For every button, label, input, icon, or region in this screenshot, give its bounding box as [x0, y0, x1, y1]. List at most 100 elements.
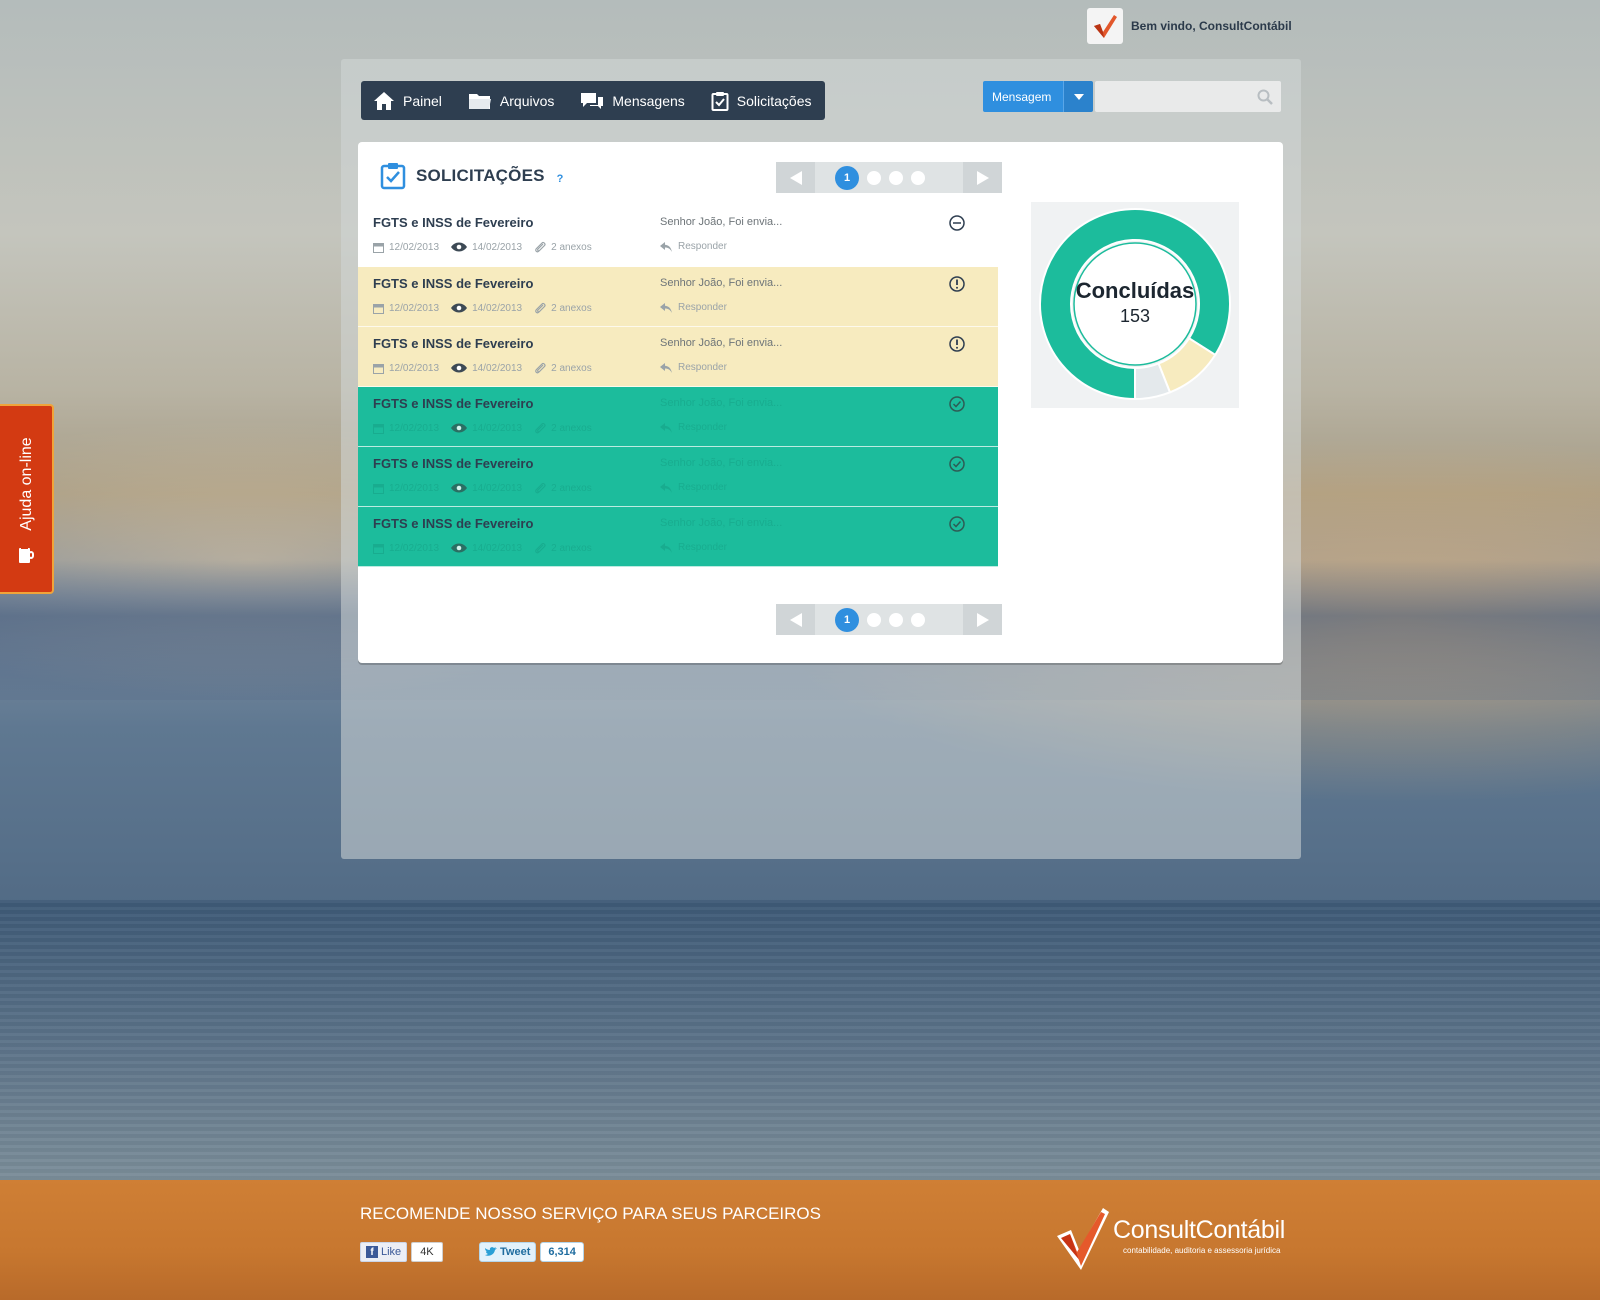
alert-circle-icon[interactable] — [948, 335, 966, 353]
tweet-button[interactable]: Tweet — [479, 1242, 537, 1262]
prev-page-button[interactable] — [776, 162, 815, 193]
nav-label: Solicitações — [736, 92, 812, 109]
request-title[interactable]: FGTS e INSS de Fevereiro — [373, 276, 533, 291]
home-icon — [374, 91, 394, 110]
message-dropdown-button[interactable]: Mensagem — [983, 81, 1093, 112]
request-preview: Senhor João, Foi envia... — [660, 457, 783, 469]
paperclip-icon — [535, 241, 546, 253]
eye-icon — [451, 483, 468, 493]
request-row[interactable]: FGTS e INSS de Fevereiro 12/02/2013 14/02/… — [358, 507, 998, 567]
minus-circle-icon[interactable] — [948, 214, 966, 232]
search-box — [1095, 81, 1281, 112]
check-circle-icon[interactable] — [948, 455, 966, 473]
donut-value: 153 — [1119, 306, 1151, 326]
facebook-like-button[interactable]: f Like — [360, 1242, 408, 1262]
request-row[interactable]: FGTS e INSS de Fevereiro 12/02/2013 14/02/… — [358, 327, 998, 387]
calendar-icon — [373, 483, 384, 494]
next-page-button[interactable] — [963, 162, 1002, 193]
request-preview: Senhor João, Foi envia... — [660, 277, 783, 289]
online-help-tab[interactable]: Ajuda on-line — [0, 404, 54, 594]
brand-wordmark: ConsultContábil contabilidade, auditoria… — [1113, 1216, 1285, 1255]
paperclip-icon — [535, 482, 546, 494]
viewed-date-text: 14/02/2013 — [472, 422, 523, 434]
reply-icon — [660, 482, 672, 493]
request-row[interactable]: FGTS e INSS de Fevereiro 12/02/2013 14/02/… — [358, 206, 998, 267]
check-circle-icon[interactable] — [948, 395, 966, 413]
attachments[interactable]: 2 anexos — [534, 241, 592, 253]
nav-item-painel[interactable]: Painel — [373, 91, 442, 111]
search-icon[interactable] — [1257, 89, 1273, 105]
request-meta: 12/02/2013 14/02/2013 2 anexos — [373, 482, 604, 494]
attachments[interactable]: 2 anexos — [534, 482, 592, 494]
page-dot[interactable] — [889, 612, 903, 627]
reply-icon — [660, 362, 672, 373]
request-row[interactable]: FGTS e INSS de Fevereiro 12/02/2013 14/02/… — [358, 267, 998, 327]
request-status — [948, 214, 966, 237]
calendar-icon — [373, 543, 384, 554]
viewed-date-text: 14/02/2013 — [472, 482, 523, 494]
prev-page-button[interactable] — [776, 604, 815, 635]
user-avatar[interactable] — [1087, 8, 1123, 44]
page-dot[interactable] — [867, 170, 881, 185]
nav-label: Arquivos — [499, 92, 555, 109]
nav-item-solicitacoes[interactable]: Solicitações — [711, 91, 812, 111]
request-preview: Senhor João, Foi envia... — [660, 216, 783, 228]
attachments[interactable]: 2 anexos — [534, 302, 592, 314]
page-dots: 1 — [815, 604, 963, 635]
reply-link[interactable]: Responder — [660, 362, 727, 373]
paperclip-icon — [535, 362, 546, 374]
request-title[interactable]: FGTS e INSS de Fevereiro — [373, 396, 533, 411]
arrow-right-icon — [976, 612, 989, 627]
reply-link[interactable]: Responder — [660, 302, 727, 313]
main-panel: Painel Arquivos Mensagens Solicitações M… — [341, 59, 1301, 859]
attachments[interactable]: 2 anexos — [534, 422, 592, 434]
next-page-button[interactable] — [963, 604, 1002, 635]
request-title[interactable]: FGTS e INSS de Fevereiro — [373, 336, 533, 351]
clipboard-check-icon — [711, 91, 729, 111]
pagination-top: 1 — [776, 162, 1002, 193]
attachments-text: 2 anexos — [551, 302, 592, 314]
background-sea — [0, 900, 1600, 1180]
main-nav: Painel Arquivos Mensagens Solicitações — [361, 81, 826, 120]
request-row[interactable]: FGTS e INSS de Fevereiro 12/02/2013 14/02/… — [358, 447, 998, 507]
reply-link[interactable]: Responder — [660, 482, 727, 493]
request-title[interactable]: FGTS e INSS de Fevereiro — [373, 516, 533, 531]
request-title[interactable]: FGTS e INSS de Fevereiro — [373, 215, 533, 230]
sent-date: 12/02/2013 — [373, 363, 439, 374]
coffee-cup-icon — [19, 546, 34, 563]
request-row[interactable]: FGTS e INSS de Fevereiro 12/02/2013 14/02/… — [358, 387, 998, 447]
search-input[interactable] — [1095, 81, 1245, 112]
reply-link[interactable]: Responder — [660, 241, 727, 252]
section-header: SOLICITAÇÕES ? — [380, 162, 563, 190]
calendar-icon — [373, 242, 384, 253]
viewed-date-text: 14/02/2013 — [472, 362, 523, 374]
reply-link[interactable]: Responder — [660, 422, 727, 433]
nav-item-mensagens[interactable]: Mensagens — [580, 91, 685, 111]
sent-date-text: 12/02/2013 — [389, 542, 440, 554]
page-dot[interactable] — [911, 612, 925, 627]
reply-icon — [660, 422, 672, 433]
calendar-icon — [373, 363, 384, 374]
chevron-down-icon[interactable] — [1063, 81, 1093, 112]
arrow-left-icon — [789, 170, 802, 185]
requests-list: FGTS e INSS de Fevereiro 12/02/2013 14/02/… — [358, 206, 998, 567]
nav-item-arquivos[interactable]: Arquivos — [468, 91, 554, 111]
attachments-text: 2 anexos — [551, 482, 592, 494]
reply-link[interactable]: Responder — [660, 542, 727, 553]
attachments[interactable]: 2 anexos — [534, 542, 592, 554]
request-title[interactable]: FGTS e INSS de Fevereiro — [373, 456, 533, 471]
facebook-like: f Like 4K — [360, 1242, 443, 1262]
donut-svg — [1039, 208, 1231, 401]
attachments[interactable]: 2 anexos — [534, 362, 592, 374]
page-dot[interactable] — [889, 170, 903, 185]
page-dot-current[interactable]: 1 — [835, 165, 859, 190]
page-dot[interactable] — [911, 170, 925, 185]
sent-date-text: 12/02/2013 — [389, 241, 440, 253]
eye-icon — [451, 242, 468, 252]
footer: RECOMENDE NOSSO SERVIÇO PARA SEUS PARCEI… — [0, 1180, 1600, 1300]
page-dot[interactable] — [867, 612, 881, 627]
page-dot-current[interactable]: 1 — [835, 607, 859, 632]
check-circle-icon[interactable] — [948, 515, 966, 533]
help-link[interactable]: ? — [557, 173, 564, 185]
alert-circle-icon[interactable] — [948, 275, 966, 293]
